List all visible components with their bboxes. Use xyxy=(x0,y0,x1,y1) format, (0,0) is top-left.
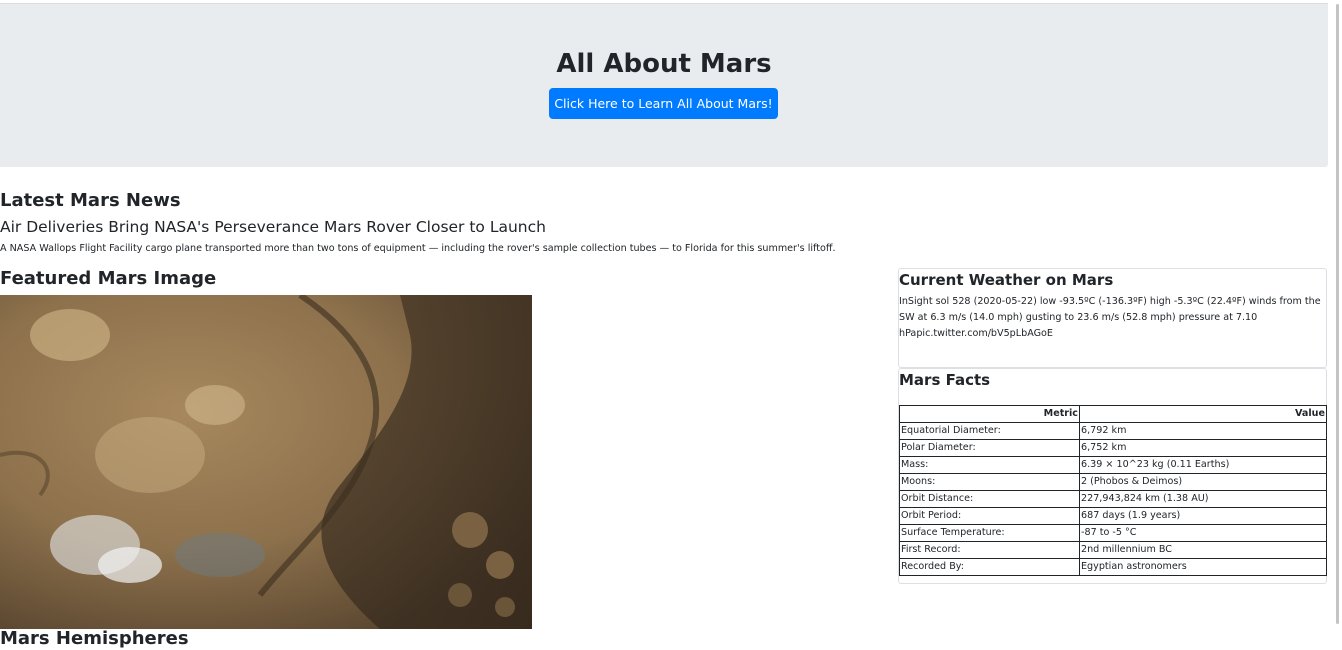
value-cell: 687 days (1.9 years) xyxy=(1079,507,1327,525)
metric-cell: Orbit Distance: xyxy=(899,490,1080,508)
table-row: Recorded By: Egyptian astronomers xyxy=(899,558,1327,576)
table-row: Moons: 2 (Phobos & Deimos) xyxy=(899,473,1327,491)
weather-card: Current Weather on Mars InSight sol 528 … xyxy=(898,268,1327,368)
metric-cell: Equatorial Diameter: xyxy=(899,422,1080,440)
learn-about-mars-button[interactable]: Click Here to Learn All About Mars! xyxy=(549,88,778,119)
metric-cell: Orbit Period: xyxy=(899,507,1080,525)
facts-table: Metric Value Equatorial Diameter: 6,792 k… xyxy=(899,405,1327,576)
metric-cell: Mass: xyxy=(899,456,1080,474)
facts-heading: Mars Facts xyxy=(899,371,991,389)
metric-cell: Moons: xyxy=(899,473,1080,491)
column-header: Metric xyxy=(899,405,1080,423)
news-heading: Latest Mars News xyxy=(0,190,181,211)
table-row: Orbit Period: 687 days (1.9 years) xyxy=(899,507,1327,525)
news-title: Air Deliveries Bring NASA's Perseverance… xyxy=(0,218,546,236)
featured-mars-image xyxy=(0,295,532,629)
table-row: First Record: 2nd millennium BC xyxy=(899,541,1327,559)
header-jumbotron: All About Mars Click Here to Learn All A… xyxy=(0,4,1328,167)
page-title: All About Mars xyxy=(556,49,772,79)
table-row: Polar Diameter: 6,752 km xyxy=(899,439,1327,457)
weather-text: InSight sol 528 (2020-05-22) low -93.5ºC… xyxy=(899,296,1321,339)
value-cell: 2 (Phobos & Deimos) xyxy=(1079,473,1327,491)
table-header-row: Metric Value xyxy=(899,405,1327,423)
table-row: Orbit Distance: 227,943,824 km (1.38 AU) xyxy=(899,490,1327,508)
value-cell: 6,792 km xyxy=(1079,422,1327,440)
facts-card: Mars Facts Metric Value Equatorial Diame… xyxy=(898,368,1327,584)
value-cell: -87 to -5 °C xyxy=(1079,524,1327,542)
metric-cell: First Record: xyxy=(899,541,1080,559)
metric-cell: Polar Diameter: xyxy=(899,439,1080,457)
metric-cell: Recorded By: xyxy=(899,558,1080,576)
scrollbar-thumb[interactable] xyxy=(1336,4,1339,624)
hemispheres-heading: Mars Hemispheres xyxy=(0,628,189,649)
value-cell: 2nd millennium BC xyxy=(1079,541,1327,559)
table-row: Mass: 6.39 × 10^23 kg (0.11 Earths) xyxy=(899,456,1327,474)
value-cell: 6,752 km xyxy=(1079,439,1327,457)
news-teaser: A NASA Wallops Flight Facility cargo pla… xyxy=(0,243,836,254)
weather-heading: Current Weather on Mars xyxy=(899,271,1114,289)
featured-image-heading: Featured Mars Image xyxy=(0,268,217,289)
page-scrollbar[interactable] xyxy=(1330,0,1342,636)
table-row: Surface Temperature: -87 to -5 °C xyxy=(899,524,1327,542)
metric-cell: Surface Temperature: xyxy=(899,524,1080,542)
table-row: Equatorial Diameter: 6,792 km xyxy=(899,422,1327,440)
column-header: Value xyxy=(1079,405,1327,423)
value-cell: 227,943,824 km (1.38 AU) xyxy=(1079,490,1327,508)
value-cell: 6.39 × 10^23 kg (0.11 Earths) xyxy=(1079,456,1327,474)
value-cell: Egyptian astronomers xyxy=(1079,558,1327,576)
